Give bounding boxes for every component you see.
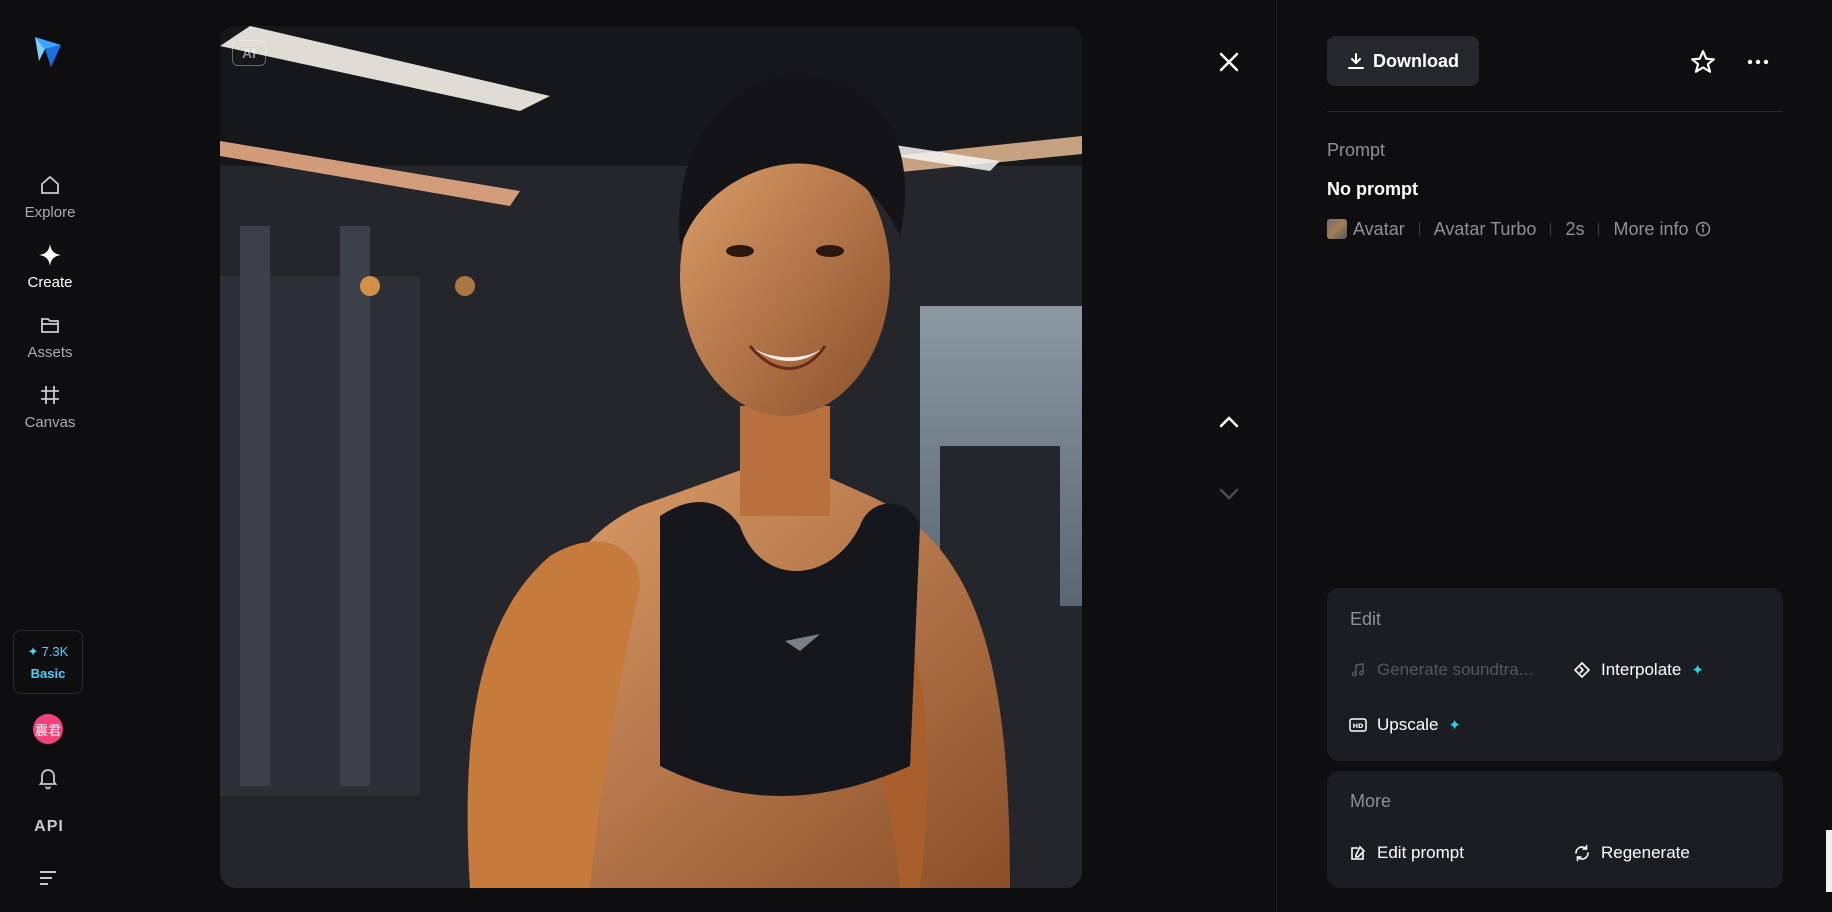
credits-amount-text: 7.3K <box>41 644 69 659</box>
more-options-icon[interactable] <box>1745 49 1771 75</box>
bell-icon[interactable] <box>36 766 60 790</box>
generate-soundtrack-label: Generate soundtra... <box>1377 660 1533 679</box>
sidebar-item-explore[interactable]: Explore <box>0 172 100 234</box>
music-note-icon <box>1349 661 1367 679</box>
sidebar-item-label: Assets <box>27 344 73 361</box>
chevron-up-icon[interactable] <box>1215 408 1243 436</box>
separator <box>1418 222 1420 236</box>
edit-prompt-button[interactable]: Edit prompt <box>1349 843 1464 863</box>
model-name: Avatar Turbo <box>1433 218 1537 239</box>
more-panel: More Edit prompt Regenerate <box>1327 771 1783 888</box>
sidebar-item-assets[interactable]: Assets <box>0 312 100 374</box>
plan-label: Basic <box>30 665 66 681</box>
upscale-label: Upscale <box>1377 715 1439 734</box>
upscale-button[interactable]: HD Upscale ✦ <box>1349 715 1461 735</box>
interpolate-button[interactable]: Interpolate ✦ <box>1573 660 1704 680</box>
app-logo-icon[interactable] <box>33 33 63 69</box>
sidebar-item-label: Create <box>27 274 73 291</box>
info-icon <box>1695 221 1710 237</box>
interpolate-label: Interpolate <box>1601 660 1682 679</box>
prompt-value: No prompt <box>1327 179 1418 199</box>
svg-text:HD: HD <box>1353 722 1364 730</box>
edit-panel: Edit Generate soundtra... Interpolate ✦ … <box>1327 588 1783 761</box>
prompt-label: Prompt <box>1327 140 1386 160</box>
more-info-label: More info <box>1613 218 1689 239</box>
hd-icon: HD <box>1349 716 1367 734</box>
ai-badge: AI <box>232 40 266 66</box>
download-icon <box>1348 53 1364 69</box>
generation-meta: Avatar Avatar Turbo 2s More info <box>1327 216 1711 242</box>
sparkle-icon: ✦ <box>1691 662 1704 679</box>
avatar[interactable]: 震君 <box>33 714 63 744</box>
sparkle-icon <box>37 242 63 268</box>
edit-panel-title: Edit <box>1350 609 1382 629</box>
menu-icon[interactable] <box>38 869 58 887</box>
credits-badge[interactable]: ✦ 7.3K Basic <box>13 630 83 694</box>
download-label: Download <box>1373 50 1459 71</box>
panel-divider <box>1276 0 1277 912</box>
api-link[interactable]: API <box>33 818 65 836</box>
generated-image <box>220 26 1082 888</box>
frame-icon <box>37 382 63 408</box>
sparkle-icon: ✦ <box>27 643 39 659</box>
sparkle-icon: ✦ <box>1448 717 1461 734</box>
sidebar-item-create[interactable]: Create <box>0 242 100 304</box>
download-button[interactable]: Download <box>1327 36 1479 86</box>
more-panel-title: More <box>1350 791 1392 811</box>
edge-widget[interactable] <box>1826 830 1832 892</box>
separator <box>1550 222 1552 236</box>
header-divider <box>1327 111 1783 112</box>
regenerate-label: Regenerate <box>1601 843 1690 862</box>
home-icon <box>37 172 63 198</box>
model-thumbnail <box>1327 219 1347 239</box>
duration: 2s <box>1565 218 1585 239</box>
folder-icon <box>37 312 63 338</box>
image-content <box>220 26 1082 888</box>
chevron-down-icon[interactable] <box>1215 480 1243 508</box>
interpolate-icon <box>1573 661 1591 679</box>
regenerate-button[interactable]: Regenerate <box>1573 843 1690 863</box>
sidebar: Explore Create Assets Canvas ✦ 7.3K Basi… <box>0 0 100 912</box>
star-icon[interactable] <box>1690 49 1716 75</box>
credits-amount: ✦ 7.3K <box>28 644 69 660</box>
separator <box>1598 222 1600 236</box>
close-icon[interactable] <box>1215 48 1243 76</box>
sidebar-item-label: Explore <box>24 204 76 221</box>
refresh-icon <box>1573 844 1591 862</box>
edit-prompt-label: Edit prompt <box>1377 843 1464 862</box>
sidebar-item-canvas[interactable]: Canvas <box>0 382 100 444</box>
sidebar-item-label: Canvas <box>24 414 76 431</box>
model-family: Avatar <box>1353 218 1405 239</box>
more-info-link[interactable]: More info <box>1613 219 1710 240</box>
generate-soundtrack-button[interactable]: Generate soundtra... <box>1349 660 1533 680</box>
edit-icon <box>1349 844 1367 862</box>
